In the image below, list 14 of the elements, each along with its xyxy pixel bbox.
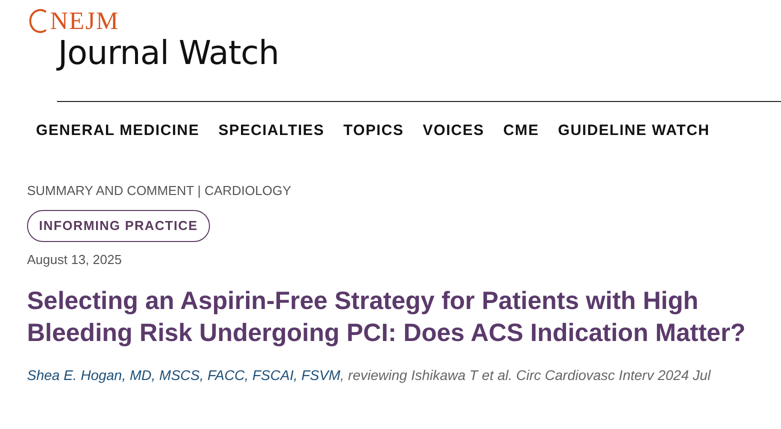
author-link[interactable]: Shea E. Hogan, MD, MSCS, FACC, FSCAI, FSVM [27, 367, 340, 383]
nav-link[interactable]: CME [503, 120, 540, 142]
nav-link[interactable]: SPECIALTIES [218, 120, 324, 142]
nav-link[interactable]: TOPICS [343, 120, 404, 142]
byline: Shea E. Hogan, MD, MSCS, FACC, FSCAI, FSVM, reviewing Ishikawa T et al. Circ Cardiovasc Interv 2024 Jul [27, 366, 712, 385]
nav-link[interactable]: GENERAL MEDICINE [36, 120, 200, 142]
nav-link[interactable]: VOICES [422, 120, 484, 142]
article-date: August 13, 2025 [27, 250, 123, 269]
article-category: SUMMARY AND COMMENT | CARDIOLOGY [27, 182, 292, 200]
logo-brand: NEJM [50, 8, 120, 34]
logo-name: Journal Watch [58, 36, 280, 69]
nav-link[interactable]: GUIDELINE WATCH [558, 120, 710, 142]
article-title: Selecting an Aspirin-Free Strategy for Patients with High Bleeding Risk Undergoing PCI: Does ACS Indication Matter? [27, 286, 747, 349]
article-tag: INFORMING PRACTICE [27, 210, 210, 242]
